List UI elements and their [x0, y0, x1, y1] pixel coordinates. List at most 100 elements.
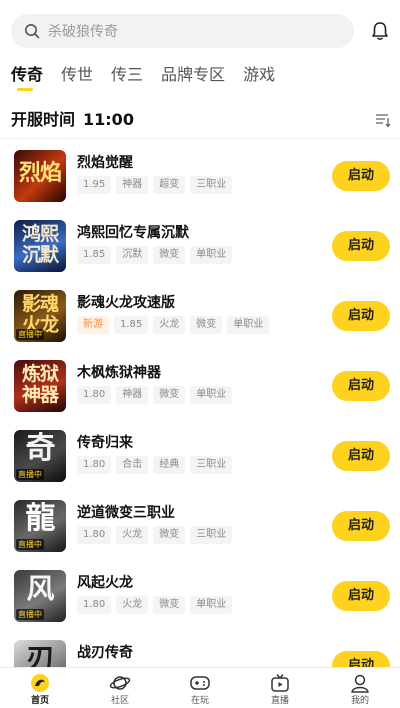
- tag: 微变: [153, 596, 186, 614]
- tag-list: 新游 1.85 火龙 微变 单职业: [77, 316, 274, 334]
- tag: 神器: [116, 386, 149, 404]
- tag-list: 1.80 神器 微变 单职业: [77, 386, 237, 404]
- list-item[interactable]: 奇 直播中 传奇归来 1.80 合击 经典 三职业 启动: [0, 420, 400, 490]
- nav-label: 我的: [350, 696, 369, 706]
- tag: 三职业: [190, 176, 233, 194]
- game-thumbnail: 龍 直播中: [14, 500, 66, 552]
- tag-list: 1.95 神器 超变 三职业: [77, 176, 237, 194]
- tab-chuansan[interactable]: 传三: [111, 64, 143, 94]
- list-item[interactable]: 刃 战刃传奇 启动: [0, 630, 400, 667]
- gamepad-icon: [190, 676, 210, 690]
- tag-list: 1.80 火龙 微变 单职业: [77, 596, 237, 614]
- list-item[interactable]: 烈焰 烈焰觉醒 1.95 神器 超变 三职业 启动: [0, 140, 400, 210]
- tag: 1.85: [77, 246, 112, 264]
- planet-icon: [109, 676, 131, 690]
- tag: 单职业: [190, 246, 233, 264]
- game-name: 战刃传奇: [77, 645, 133, 661]
- sort-icon[interactable]: [375, 112, 391, 128]
- game-name: 影魂火龙攻速版: [77, 295, 175, 311]
- game-name: 传奇归来: [77, 435, 133, 451]
- tag: 三职业: [190, 456, 233, 474]
- tag: 1.95: [77, 176, 112, 194]
- game-thumbnail: 影魂火龙 直播中: [14, 290, 66, 342]
- tag-list: 1.80 火龙 微变 三职业: [77, 526, 237, 544]
- start-button[interactable]: 启动: [332, 581, 390, 611]
- game-thumbnail: 烈焰: [14, 150, 66, 202]
- search-input[interactable]: 杀破狼传奇: [11, 14, 354, 48]
- game-thumbnail: 风 直播中: [14, 570, 66, 622]
- tag: 微变: [153, 386, 186, 404]
- tag: 神器: [116, 176, 149, 194]
- nav-community[interactable]: 社区: [80, 668, 160, 708]
- game-name: 逆道微变三职业: [77, 505, 175, 521]
- live-badge: 直播中: [16, 539, 44, 550]
- live-badge: 直播中: [16, 609, 44, 620]
- list-item[interactable]: 鸿熙沉默 鸿熙回忆专属沉默 1.85 沉默 微变 单职业 启动: [0, 210, 400, 280]
- tab-games[interactable]: 游戏: [243, 64, 275, 94]
- game-name: 风起火龙: [77, 575, 133, 591]
- home-icon: [31, 674, 49, 692]
- nav-mine[interactable]: 我的: [320, 668, 400, 708]
- tab-chuanshi[interactable]: 传世: [61, 64, 93, 94]
- game-thumbnail: 奇 直播中: [14, 430, 66, 482]
- start-button[interactable]: 启动: [332, 161, 390, 191]
- game-name: 鸿熙回忆专属沉默: [77, 225, 189, 241]
- search-icon: [25, 24, 40, 39]
- nav-home[interactable]: 首页: [0, 668, 80, 708]
- nav-live[interactable]: 直播: [240, 668, 320, 708]
- search-placeholder: 杀破狼传奇: [48, 24, 118, 40]
- new-game-tag: 新游: [77, 316, 109, 334]
- tag: 微变: [153, 246, 186, 264]
- game-thumbnail: 炼狱神器: [14, 360, 66, 412]
- tag: 火龙: [116, 596, 149, 614]
- live-badge: 直播中: [16, 469, 44, 480]
- list-item[interactable]: 炼狱神器 木枫炼狱神器 1.80 神器 微变 单职业 启动: [0, 350, 400, 420]
- tag: 单职业: [190, 596, 233, 614]
- tag: 单职业: [227, 316, 270, 334]
- tag: 微变: [190, 316, 223, 334]
- nav-playing[interactable]: 在玩: [160, 668, 240, 708]
- nav-label: 社区: [110, 696, 129, 706]
- tag: 火龙: [116, 526, 149, 544]
- tag: 1.85: [114, 316, 149, 334]
- bottom-nav: 首页 社区 在玩 直播 我的: [0, 667, 400, 708]
- list-item[interactable]: 影魂火龙 直播中 影魂火龙攻速版 新游 1.85 火龙 微变 单职业 启动: [0, 280, 400, 350]
- game-thumbnail: 鸿熙沉默: [14, 220, 66, 272]
- start-button[interactable]: 启动: [332, 511, 390, 541]
- start-button[interactable]: 启动: [332, 301, 390, 331]
- tag: 合击: [116, 456, 149, 474]
- game-thumbnail: 刃: [14, 640, 66, 667]
- bell-icon[interactable]: [369, 20, 391, 42]
- tag-list: 1.85 沉默 微变 单职业: [77, 246, 237, 264]
- tag: 1.80: [77, 526, 112, 544]
- list-item[interactable]: 龍 直播中 逆道微变三职业 1.80 火龙 微变 三职业 启动: [0, 490, 400, 560]
- divider: [0, 138, 400, 139]
- tag: 经典: [153, 456, 186, 474]
- server-open-header: 开服时间 11:00: [11, 108, 391, 132]
- tag: 火龙: [153, 316, 186, 334]
- start-button[interactable]: 启动: [332, 651, 390, 667]
- start-button[interactable]: 启动: [332, 371, 390, 401]
- nav-label: 首页: [30, 696, 49, 706]
- tab-chuanqi[interactable]: 传奇: [11, 64, 43, 94]
- tag: 1.80: [77, 596, 112, 614]
- start-button[interactable]: 启动: [332, 231, 390, 261]
- start-button[interactable]: 启动: [332, 441, 390, 471]
- game-list: 烈焰 烈焰觉醒 1.95 神器 超变 三职业 启动 鸿熙沉默 鸿熙回忆专属沉默 …: [0, 140, 400, 667]
- nav-label: 在玩: [190, 696, 209, 706]
- category-tabs: 传奇 传世 传三 品牌专区 游戏: [11, 64, 293, 94]
- tag: 单职业: [190, 386, 233, 404]
- tag: 沉默: [116, 246, 149, 264]
- section-title: 开服时间: [11, 110, 76, 129]
- game-name: 烈焰觉醒: [77, 155, 133, 171]
- tag: 超变: [153, 176, 186, 194]
- tab-brand-zone[interactable]: 品牌专区: [161, 64, 225, 94]
- tag: 1.80: [77, 456, 112, 474]
- user-icon: [351, 674, 369, 693]
- tv-icon: [271, 674, 289, 692]
- list-item[interactable]: 风 直播中 风起火龙 1.80 火龙 微变 单职业 启动: [0, 560, 400, 630]
- tag-list: 1.80 合击 经典 三职业: [77, 456, 237, 474]
- nav-label: 直播: [270, 696, 289, 706]
- tag: 1.80: [77, 386, 112, 404]
- tag: 三职业: [190, 526, 233, 544]
